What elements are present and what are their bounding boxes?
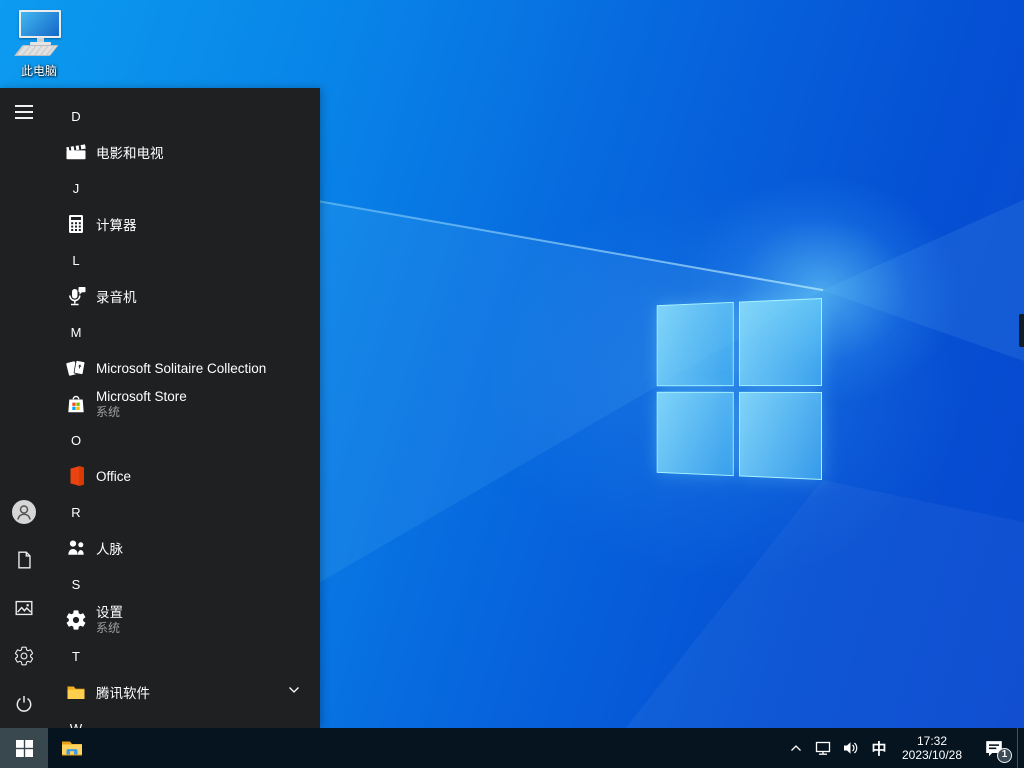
- section-header-m[interactable]: M: [0, 314, 320, 350]
- app-item-office[interactable]: Office: [0, 458, 320, 494]
- system-tray: 中 17:32 2023/10/28 1: [783, 728, 1024, 768]
- app-subtitle: 系统: [96, 621, 121, 635]
- tray-overflow-button[interactable]: [783, 728, 809, 768]
- app-item-people[interactable]: 人脉: [0, 530, 320, 566]
- user-avatar-icon: [11, 499, 37, 525]
- logo-pane: [656, 391, 734, 477]
- app-label: 腾讯软件: [96, 686, 150, 701]
- volume-button[interactable]: [837, 728, 865, 768]
- screen-edge-handle[interactable]: [1019, 314, 1024, 347]
- section-header-w[interactable]: W: [0, 710, 320, 729]
- start-button[interactable]: [0, 728, 48, 768]
- app-label: 设置: [96, 605, 123, 620]
- app-label: 录音机: [96, 290, 137, 305]
- gear-icon: [13, 645, 35, 667]
- windows-desktop: 此电脑 D 电影和电视 J 计算器 L 录音机 M Microsoft Soli…: [0, 0, 1024, 768]
- keyboard-shape: [14, 45, 59, 56]
- power-button[interactable]: [0, 680, 48, 728]
- section-letter: J: [72, 180, 80, 196]
- app-text: 设置 系统: [96, 605, 123, 635]
- section-header-r[interactable]: R: [0, 494, 320, 530]
- calculator-icon: [64, 212, 88, 236]
- network-button[interactable]: [809, 728, 837, 768]
- pictures-icon: [13, 597, 35, 619]
- desktop-icon-label: 此电脑: [20, 64, 57, 78]
- app-label: Microsoft Store: [96, 389, 187, 404]
- rail-settings-button[interactable]: [0, 632, 48, 680]
- section-letter: R: [71, 504, 81, 520]
- app-item-calculator[interactable]: 计算器: [0, 206, 320, 242]
- clock-date: 2023/10/28: [901, 748, 963, 762]
- app-item-microsoft-store[interactable]: Microsoft Store 系统: [0, 386, 320, 422]
- power-icon: [13, 693, 35, 715]
- file-explorer-button[interactable]: [48, 728, 96, 768]
- desktop-icon-this-pc[interactable]: 此电脑: [8, 8, 70, 79]
- app-item-voice-recorder[interactable]: 录音机: [0, 278, 320, 314]
- app-label: Microsoft Solitaire Collection: [96, 360, 267, 376]
- movies-tv-icon: [64, 140, 88, 164]
- section-letter: W: [69, 720, 83, 729]
- start-menu-app-list: D 电影和电视 J 计算器 L 录音机 M Microsoft Solitair…: [0, 88, 320, 728]
- app-label: 计算器: [96, 218, 137, 233]
- app-item-tencent-folder[interactable]: 腾讯软件: [0, 674, 320, 710]
- section-header-t[interactable]: T: [0, 638, 320, 674]
- app-item-movies-tv[interactable]: 电影和电视: [0, 134, 320, 170]
- windows-logo-icon: [15, 739, 33, 757]
- hamburger-icon: [15, 105, 33, 119]
- logo-pane: [738, 298, 822, 387]
- section-letter: S: [71, 576, 81, 592]
- people-icon: [64, 536, 88, 560]
- start-menu-rail: [0, 88, 48, 728]
- network-icon: [814, 739, 832, 757]
- section-letter: O: [70, 432, 82, 448]
- speaker-icon: [842, 739, 860, 757]
- taskbar: 中 17:32 2023/10/28 1: [0, 728, 1024, 768]
- office-icon: [64, 464, 88, 488]
- app-subtitle: 系统: [96, 405, 121, 419]
- expand-menu-button[interactable]: [0, 92, 48, 132]
- monitor-shape: [19, 10, 61, 38]
- section-letter: D: [71, 108, 81, 124]
- section-header-j[interactable]: J: [0, 170, 320, 206]
- documents-button[interactable]: [0, 536, 48, 584]
- action-center-button[interactable]: 1: [971, 728, 1017, 768]
- clock-time: 17:32: [916, 734, 948, 748]
- show-desktop-button[interactable]: [1017, 728, 1024, 768]
- section-header-o[interactable]: O: [0, 422, 320, 458]
- voice-recorder-icon: [64, 284, 88, 308]
- section-header-l[interactable]: L: [0, 242, 320, 278]
- document-icon: [13, 549, 35, 571]
- solitaire-icon: [64, 356, 88, 380]
- ime-label: 中: [871, 740, 887, 758]
- section-header-d[interactable]: D: [0, 98, 320, 134]
- logo-pane: [738, 391, 822, 480]
- folder-icon: [64, 680, 88, 704]
- section-letter: T: [72, 648, 80, 664]
- app-item-solitaire[interactable]: Microsoft Solitaire Collection: [0, 350, 320, 386]
- section-letter: M: [70, 324, 82, 340]
- pictures-button[interactable]: [0, 584, 48, 632]
- app-text: Microsoft Store 系统: [96, 389, 187, 419]
- chevron-down-icon: [288, 686, 300, 694]
- microsoft-store-icon: [64, 392, 88, 416]
- settings-gear-icon: [64, 608, 88, 632]
- section-letter: L: [72, 252, 80, 268]
- file-explorer-icon: [59, 735, 85, 761]
- logo-pane: [656, 301, 734, 387]
- user-account-button[interactable]: [0, 488, 48, 536]
- app-label: Office: [96, 468, 132, 484]
- chevron-up-icon: [790, 744, 802, 752]
- this-pc-icon: [13, 8, 65, 60]
- clock-button[interactable]: 17:32 2023/10/28: [893, 728, 971, 768]
- app-item-settings[interactable]: 设置 系统: [0, 602, 320, 638]
- section-header-s[interactable]: S: [0, 566, 320, 602]
- start-menu: D 电影和电视 J 计算器 L 录音机 M Microsoft Solitair…: [0, 88, 320, 728]
- app-label: 电影和电视: [96, 146, 164, 161]
- windows-flag-logo: [656, 298, 822, 480]
- notification-badge: 1: [997, 748, 1012, 763]
- ime-indicator-button[interactable]: 中: [865, 728, 893, 768]
- app-label: 人脉: [96, 542, 123, 557]
